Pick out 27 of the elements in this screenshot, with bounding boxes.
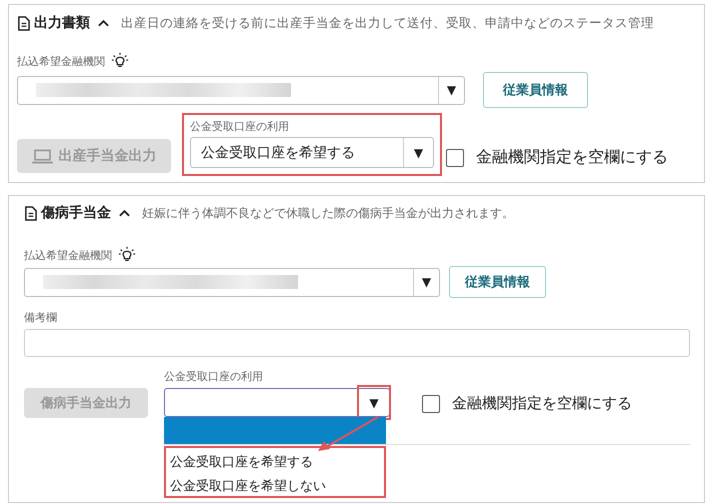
account-select[interactable]: 公金受取口座を希望する ▼ bbox=[190, 137, 434, 168]
notes-field[interactable] bbox=[24, 329, 690, 357]
field-label: 公金受取口座の利用 bbox=[190, 119, 290, 134]
chevron-icon[interactable] bbox=[119, 209, 130, 217]
bank-select[interactable]: ▼ bbox=[17, 76, 465, 104]
laptop-icon bbox=[32, 148, 52, 164]
dropdown-option[interactable]: 公金受取口座を希望しない bbox=[166, 472, 384, 496]
document-icon bbox=[17, 16, 30, 30]
blank-bank-checkbox[interactable]: 金融機関指定を空欄にする bbox=[446, 147, 668, 168]
field-label: 払込希望金融機関 bbox=[17, 54, 105, 68]
field-label: 備考欄 bbox=[24, 310, 58, 325]
section-title: 出力書類 bbox=[34, 14, 90, 32]
account-select[interactable]: ▼ bbox=[164, 388, 390, 417]
lightbulb-icon[interactable] bbox=[118, 246, 136, 264]
section-description: 妊娠に伴う体調不良などで休職した際の傷病手当金が出力されます。 bbox=[142, 204, 514, 222]
field-label: 公金受取口座の利用 bbox=[164, 369, 264, 384]
section-title: 傷病手当金 bbox=[41, 204, 111, 222]
employee-info-button[interactable]: 従業員情報 bbox=[449, 266, 546, 298]
document-icon bbox=[24, 206, 37, 220]
dropdown-option[interactable]: 公金受取口座を希望する bbox=[166, 448, 384, 472]
lightbulb-icon[interactable] bbox=[111, 52, 129, 70]
employee-info-button[interactable]: 従業員情報 bbox=[483, 72, 588, 108]
section-description: 出産日の連絡を受ける前に出産手当金を出力して送付、受取、申請中などのステータス管理 bbox=[121, 14, 654, 32]
chevron-icon[interactable] bbox=[98, 19, 109, 27]
field-label: 払込希望金融機関 bbox=[24, 248, 112, 262]
bank-select[interactable]: ▼ bbox=[24, 268, 440, 296]
blank-bank-checkbox[interactable]: 金融機関指定を空欄にする bbox=[422, 394, 632, 413]
